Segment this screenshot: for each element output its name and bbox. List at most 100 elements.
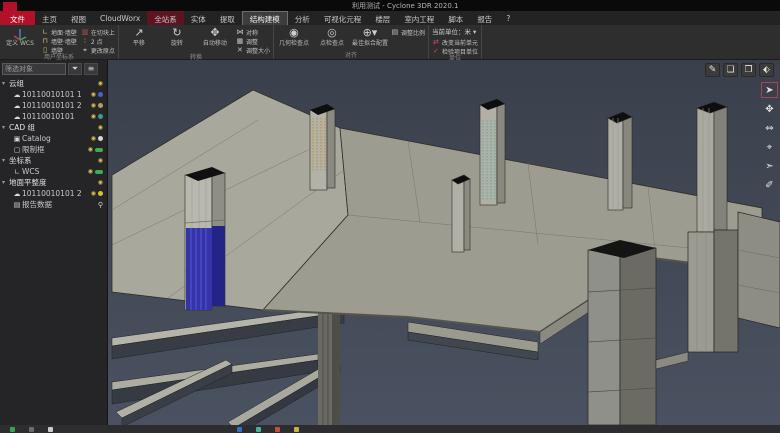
- button-调整[interactable]: ▦调整: [236, 37, 270, 45]
- taskbar-app-icon[interactable]: [10, 427, 15, 432]
- button-墙壁·墙壁[interactable]: ⊓墙壁·墙壁: [41, 37, 77, 45]
- chevron-down-icon[interactable]: ▾: [2, 179, 9, 186]
- taskbar-app-icon[interactable]: [294, 427, 299, 432]
- visibility-icon[interactable]: ◉: [88, 169, 93, 175]
- color-swatch[interactable]: [98, 92, 103, 97]
- pan-tool-icon[interactable]: ✥: [761, 101, 778, 117]
- button-检验项目单位[interactable]: ✓检验项目单位: [432, 47, 478, 55]
- button-调整比例[interactable]: ▤调整比例: [391, 28, 425, 36]
- tab-可视化元程[interactable]: 可视化元程: [317, 11, 369, 25]
- button-地面·墙壁[interactable]: ∟地面·墙壁: [41, 28, 77, 36]
- visibility-icon[interactable]: ◉: [91, 92, 96, 98]
- visibility-icon[interactable]: ◉: [91, 114, 96, 120]
- tab-室内工程[interactable]: 室内工程: [397, 11, 441, 25]
- hamburger-icon[interactable]: ≡: [84, 63, 98, 75]
- tree-item-报告数据[interactable]: ▤报告数据⚲: [2, 199, 105, 210]
- visibility-icon[interactable]: ◉: [98, 158, 103, 164]
- button-点检查点[interactable]: ◎点检查点: [315, 26, 349, 47]
- color-swatch[interactable]: [95, 148, 103, 152]
- tree-item-Catalog[interactable]: ▣Catalog◉: [2, 133, 105, 144]
- stamp-icon[interactable]: ❏: [723, 63, 738, 77]
- 3d-viewport[interactable]: ✎❏❐⬖ ➤ ✥ ⇔ ⌖ ➣ ✐: [108, 60, 780, 425]
- tab-CloudWorx[interactable]: CloudWorx: [93, 11, 147, 25]
- button-最佳拟合配置[interactable]: ⊕▾最佳拟合配置: [353, 26, 387, 47]
- taskbar-app-icon[interactable]: [237, 427, 242, 432]
- current-unit-dropdown[interactable]: 当前单位：米 ▾: [432, 28, 478, 37]
- magnifier-icon[interactable]: ⚲: [98, 201, 103, 209]
- color-swatch[interactable]: [98, 103, 103, 108]
- window-title: 利用测试 - Cyclone 3DR 2020.1: [352, 1, 458, 11]
- button-对称[interactable]: ⋈对称: [236, 28, 270, 36]
- tree-group-云组[interactable]: ▾云组◉: [2, 78, 105, 89]
- 3d-viewport-scene[interactable]: [108, 60, 780, 425]
- funnel-icon[interactable]: ⏷: [68, 63, 82, 75]
- visibility-icon[interactable]: ◉: [91, 103, 96, 109]
- color-swatch[interactable]: [98, 136, 103, 141]
- tree-item-10110010101[interactable]: ☁10110010101◉: [2, 111, 105, 122]
- check-units-icon: ✓: [432, 47, 440, 55]
- tree-item-限制框[interactable]: ▢限制框◉: [2, 144, 105, 155]
- visibility-icon[interactable]: ◉: [88, 147, 93, 153]
- taskbar-app-icon[interactable]: [48, 427, 53, 432]
- pointcloud-column-orange[interactable]: [310, 104, 335, 190]
- stamp-alt-icon[interactable]: ❐: [741, 63, 756, 77]
- button-自动移动[interactable]: ✥自动移动: [198, 26, 232, 47]
- taskbar-app-icon[interactable]: [29, 427, 34, 432]
- tab-file[interactable]: 文件: [0, 11, 35, 25]
- visibility-icon[interactable]: ◉: [98, 81, 103, 87]
- taskbar-app-icon[interactable]: [256, 427, 261, 432]
- select-tool-icon[interactable]: ➤: [761, 82, 778, 98]
- tab-视图[interactable]: 视图: [64, 11, 93, 25]
- tab-提取[interactable]: 提取: [213, 11, 242, 25]
- app-menu-button[interactable]: [3, 2, 17, 11]
- button-改变当前单元[interactable]: ⇄改变当前单元: [432, 38, 478, 46]
- tab-楼层[interactable]: 楼层: [368, 11, 397, 25]
- pointcloud-column-teal[interactable]: [480, 99, 505, 205]
- ribbon-group-用户坐标系: 定义 WCS∟地面·墙壁⊓墙壁·墙壁▯墙壁▥在切块上∶2 点⌖更改原点用户坐标系: [0, 25, 119, 59]
- visibility-icon[interactable]: ◉: [98, 125, 103, 131]
- tree-group-坐标系[interactable]: ▾坐标系◉: [2, 155, 105, 166]
- draw-tool-icon[interactable]: ✐: [761, 177, 778, 193]
- button-在切块上[interactable]: ▥在切块上: [81, 28, 115, 36]
- tab-实体[interactable]: 实体: [184, 11, 213, 25]
- tab-主页[interactable]: 主页: [35, 11, 64, 25]
- button-2 点[interactable]: ∶2 点: [81, 37, 115, 45]
- tab-分析[interactable]: 分析: [288, 11, 317, 25]
- chevron-down-icon[interactable]: ▾: [2, 80, 9, 87]
- button-定义 WCS[interactable]: 定义 WCS: [3, 26, 37, 47]
- button-墙壁[interactable]: ▯墙壁: [41, 46, 77, 54]
- tree-item-WCS[interactable]: ∟WCS◉: [2, 166, 105, 177]
- chevron-down-icon[interactable]: ▾: [2, 157, 9, 164]
- tab-?[interactable]: ?: [499, 11, 517, 25]
- tree-item-10110010101 2[interactable]: ☁10110010101 2◉: [2, 100, 105, 111]
- tab-报告[interactable]: 报告: [470, 11, 499, 25]
- button-平移[interactable]: ↗平移: [122, 26, 156, 47]
- search-input[interactable]: [2, 63, 66, 75]
- button-更改原点[interactable]: ⌖更改原点: [81, 46, 115, 54]
- selected-column[interactable]: [185, 167, 225, 310]
- tree-group-CAD 组[interactable]: ▾CAD 组◉: [2, 122, 105, 133]
- taskbar-app-icon[interactable]: [275, 427, 280, 432]
- tab-全站系[interactable]: 全站系: [147, 11, 184, 25]
- tab-结构建模[interactable]: 结构建模: [242, 11, 288, 25]
- tree-group-地面平整度[interactable]: ▾地面平整度◉: [2, 177, 105, 188]
- visibility-icon[interactable]: ◉: [98, 180, 103, 186]
- tab-脚本[interactable]: 脚本: [441, 11, 470, 25]
- pen-icon[interactable]: ✎: [705, 63, 720, 77]
- color-swatch[interactable]: [98, 114, 103, 119]
- tree-item-10110010101 2[interactable]: ☁10110010101 2◉: [2, 188, 105, 199]
- button-调整大小[interactable]: ✕调整大小: [236, 46, 270, 54]
- chevron-down-icon[interactable]: ▾: [2, 124, 9, 131]
- button-旋转[interactable]: ↻旋转: [160, 26, 194, 47]
- ribbon-toolbar: 定义 WCS∟地面·墙壁⊓墙壁·墙壁▯墙壁▥在切块上∶2 点⌖更改原点用户坐标系…: [0, 25, 780, 60]
- visibility-icon[interactable]: ◉: [91, 136, 96, 142]
- tree-item-10110010101 1[interactable]: ☁10110010101 1◉: [2, 89, 105, 100]
- station-view-icon[interactable]: ⌖: [761, 139, 778, 155]
- button-几何检查点[interactable]: ◉几何检查点: [277, 26, 311, 47]
- fly-tool-icon[interactable]: ➣: [761, 158, 778, 174]
- color-swatch[interactable]: [98, 191, 103, 196]
- visibility-icon[interactable]: ◉: [91, 191, 96, 197]
- tag-icon[interactable]: ⬖: [759, 63, 774, 77]
- color-swatch[interactable]: [95, 170, 103, 174]
- fit-view-icon[interactable]: ⇔: [761, 120, 778, 136]
